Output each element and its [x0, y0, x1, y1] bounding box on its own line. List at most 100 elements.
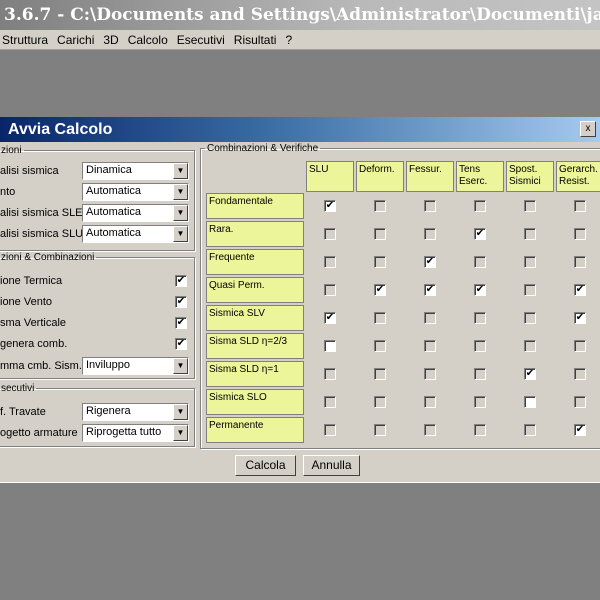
- vento-select[interactable]: Automatica ▼: [82, 183, 189, 201]
- analisi-sle-select[interactable]: Automatica ▼: [82, 204, 189, 222]
- chevron-down-icon[interactable]: ▼: [173, 163, 188, 179]
- menu-calcolo[interactable]: Calcolo: [126, 33, 173, 47]
- verifica-checkbox[interactable]: [324, 424, 336, 436]
- column-header: Deform.: [356, 161, 404, 192]
- menu-help[interactable]: ?: [283, 33, 297, 47]
- analisi-slu-select[interactable]: Automatica ▼: [82, 225, 189, 243]
- verifica-checkbox[interactable]: [474, 200, 486, 212]
- chevron-down-icon[interactable]: ▼: [173, 425, 188, 441]
- verifica-checkbox[interactable]: [574, 228, 586, 240]
- verifica-checkbox[interactable]: [424, 340, 436, 352]
- verifica-checkbox[interactable]: [574, 368, 586, 380]
- verifica-checkbox[interactable]: ✔: [324, 200, 336, 212]
- verifica-checkbox[interactable]: ✔: [324, 312, 336, 324]
- verifica-checkbox[interactable]: ✔: [474, 228, 486, 240]
- menu-struttura[interactable]: Struttura: [0, 33, 53, 47]
- verifica-checkbox[interactable]: [474, 340, 486, 352]
- vento-label: nto: [0, 186, 16, 198]
- verifica-checkbox[interactable]: [524, 396, 536, 408]
- verifica-checkbox[interactable]: [524, 228, 536, 240]
- esecutivi-legend: secutivi: [1, 383, 35, 394]
- verifica-checkbox[interactable]: [424, 228, 436, 240]
- app-title: 3.6.7 - C:\Documents and Settings\Admini…: [4, 5, 600, 25]
- verifica-checkbox[interactable]: [424, 368, 436, 380]
- verifica-checkbox[interactable]: [474, 396, 486, 408]
- analisi-slu-label: alisi sismica SLU: [0, 228, 84, 240]
- verifica-checkbox[interactable]: [324, 340, 336, 352]
- menu-risultati[interactable]: Risultati: [232, 33, 282, 47]
- verifica-checkbox[interactable]: [424, 200, 436, 212]
- row-header: Sisma SLD η=1: [206, 361, 304, 387]
- chevron-down-icon[interactable]: ▼: [173, 226, 188, 242]
- progetto-armature-label: ogetto armature: [0, 427, 78, 439]
- menu-esecutivi[interactable]: Esecutivi: [175, 33, 230, 47]
- travate-value: Rigenera: [86, 405, 131, 417]
- dialog-title: Avvia Calcolo: [0, 117, 600, 142]
- verifica-checkbox[interactable]: ✔: [524, 368, 536, 380]
- programma-cmb-label: mma cmb. Sism.: [0, 360, 82, 372]
- menu-carichi[interactable]: Carichi: [55, 33, 99, 47]
- azione-termica-checkbox[interactable]: ✔: [175, 275, 187, 287]
- chevron-down-icon[interactable]: ▼: [173, 404, 188, 420]
- azione-vento-checkbox[interactable]: ✔: [175, 296, 187, 308]
- menu-3d[interactable]: 3D: [101, 33, 123, 47]
- verifica-checkbox[interactable]: [374, 396, 386, 408]
- verifica-checkbox[interactable]: [324, 368, 336, 380]
- row-header: Quasi Perm.: [206, 277, 304, 303]
- verifica-checkbox[interactable]: [424, 396, 436, 408]
- verifica-checkbox[interactable]: [374, 424, 386, 436]
- verifica-checkbox[interactable]: [524, 256, 536, 268]
- verifica-checkbox[interactable]: [474, 424, 486, 436]
- verifica-checkbox[interactable]: [324, 228, 336, 240]
- combinazioni-legend: zioni & Combinazioni: [1, 252, 95, 263]
- verifica-checkbox[interactable]: ✔: [574, 424, 586, 436]
- rigenera-comb-checkbox[interactable]: ✔: [175, 338, 187, 350]
- verifica-checkbox[interactable]: [424, 424, 436, 436]
- column-header: Gerarch. Resist.: [556, 161, 600, 192]
- verifica-checkbox[interactable]: [374, 228, 386, 240]
- verifica-checkbox[interactable]: [374, 368, 386, 380]
- travate-select[interactable]: Rigenera ▼: [82, 403, 189, 421]
- verifica-checkbox[interactable]: [474, 256, 486, 268]
- close-icon[interactable]: x: [580, 121, 596, 137]
- verifica-checkbox[interactable]: [524, 424, 536, 436]
- verifica-checkbox[interactable]: ✔: [574, 312, 586, 324]
- verifica-checkbox[interactable]: [524, 284, 536, 296]
- column-header: Spost. Sismici: [506, 161, 554, 192]
- chevron-down-icon[interactable]: ▼: [173, 358, 188, 374]
- verifica-checkbox[interactable]: [374, 312, 386, 324]
- verifica-checkbox[interactable]: [424, 312, 436, 324]
- verifica-checkbox[interactable]: [474, 368, 486, 380]
- verifica-checkbox[interactable]: ✔: [574, 284, 586, 296]
- verifica-checkbox[interactable]: [574, 396, 586, 408]
- verifica-checkbox[interactable]: [524, 340, 536, 352]
- verifica-checkbox[interactable]: ✔: [374, 284, 386, 296]
- verifica-checkbox[interactable]: [574, 256, 586, 268]
- verifica-checkbox[interactable]: [324, 256, 336, 268]
- programma-cmb-value: Inviluppo: [86, 359, 131, 371]
- row-header: Sismica SLV: [206, 305, 304, 331]
- verifica-checkbox[interactable]: [524, 312, 536, 324]
- chevron-down-icon[interactable]: ▼: [173, 184, 188, 200]
- annulla-button[interactable]: Annulla: [303, 455, 360, 476]
- verifica-checkbox[interactable]: [574, 200, 586, 212]
- verifica-checkbox[interactable]: [524, 200, 536, 212]
- verifica-checkbox[interactable]: [374, 256, 386, 268]
- verifica-checkbox[interactable]: [474, 312, 486, 324]
- verifica-checkbox[interactable]: [574, 340, 586, 352]
- programma-cmb-select[interactable]: Inviluppo ▼: [82, 357, 189, 375]
- progetto-armature-select[interactable]: Riprogetta tutto ▼: [82, 424, 189, 442]
- verifica-checkbox[interactable]: [374, 340, 386, 352]
- travate-label: f. Travate: [0, 406, 46, 418]
- verifica-checkbox[interactable]: [374, 200, 386, 212]
- verifica-checkbox[interactable]: ✔: [424, 256, 436, 268]
- row-header: Frequente: [206, 249, 304, 275]
- verifica-checkbox[interactable]: [324, 284, 336, 296]
- verifica-checkbox[interactable]: [324, 396, 336, 408]
- sisma-verticale-checkbox[interactable]: ✔: [175, 317, 187, 329]
- analisi-sismica-select[interactable]: Dinamica ▼: [82, 162, 189, 180]
- calcola-button[interactable]: Calcola: [235, 455, 296, 476]
- verifica-checkbox[interactable]: ✔: [424, 284, 436, 296]
- chevron-down-icon[interactable]: ▼: [173, 205, 188, 221]
- verifica-checkbox[interactable]: ✔: [474, 284, 486, 296]
